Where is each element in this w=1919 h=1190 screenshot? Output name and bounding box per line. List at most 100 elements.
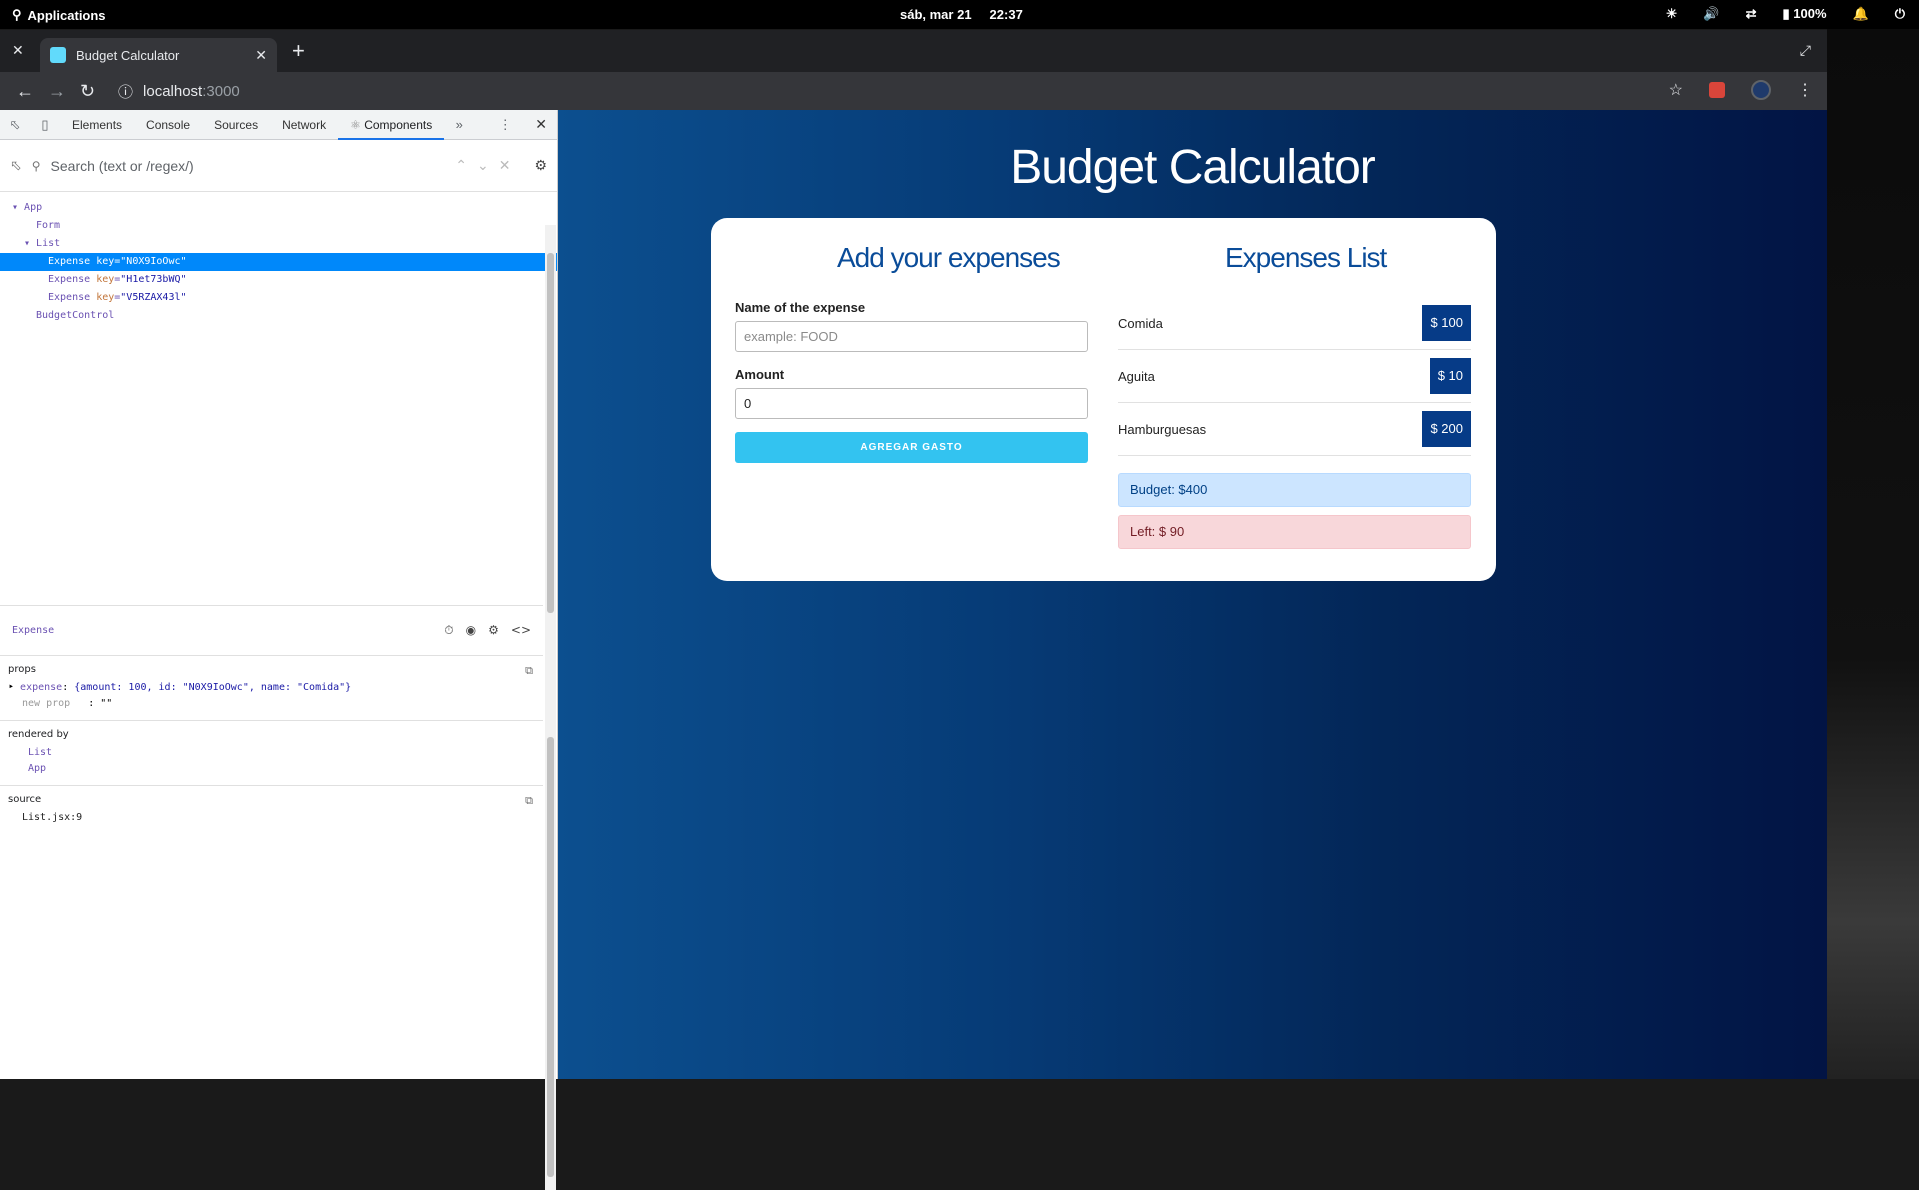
- form-title: Add your expenses: [837, 242, 1061, 273]
- source-section: source ⧉ List.jsx:9: [0, 786, 543, 834]
- scroll-thumb[interactable]: [547, 737, 554, 1177]
- clock[interactable]: sáb, mar 21 22:37: [900, 7, 1023, 22]
- budget-alert: Budget: $400: [1118, 473, 1471, 507]
- tab-sources[interactable]: Sources: [202, 110, 270, 140]
- clear-search-icon[interactable]: ✕: [499, 157, 511, 174]
- stopwatch-icon[interactable]: ⏱: [444, 623, 453, 638]
- desktop-background: [1827, 29, 1919, 1079]
- react-favicon-icon: [50, 47, 66, 63]
- expense-name: Hamburguesas: [1118, 421, 1207, 437]
- menu-kebab-icon[interactable]: ⋮: [1797, 80, 1813, 100]
- select-component-icon[interactable]: ⬁: [10, 157, 22, 174]
- inspect-element-icon[interactable]: ⬁: [0, 117, 30, 133]
- expense-name: Aguita: [1118, 368, 1155, 384]
- tab-console[interactable]: Console: [134, 110, 202, 140]
- volume-icon[interactable]: 🔊: [1703, 6, 1719, 22]
- selected-component-name: Expense: [12, 625, 55, 636]
- name-label: Name of the expense: [735, 300, 866, 315]
- props-title: props: [8, 664, 36, 675]
- system-tray: ☀ 🔊 ⇄ ▮ 100% 🔔 ⏻: [1666, 6, 1905, 22]
- devtools-panel: ⬁ ▯ Elements Console Sources Network ⚛ C…: [0, 110, 558, 1190]
- power-icon[interactable]: ⏻: [1895, 6, 1905, 22]
- prev-result-icon[interactable]: ⌃: [455, 157, 467, 174]
- react-icon: ⚛: [350, 117, 365, 132]
- rendered-by-link[interactable]: App: [8, 761, 535, 777]
- tab-title: Budget Calculator: [76, 47, 180, 63]
- tree-node-form[interactable]: Form: [0, 217, 557, 235]
- expense-amount-badge: $ 10: [1429, 358, 1471, 394]
- rendered-by-section: rendered by List App: [0, 721, 543, 786]
- profile-avatar[interactable]: [1751, 80, 1771, 100]
- tab-close-icon[interactable]: ✕: [255, 47, 267, 64]
- component-tree: ▾ App Form ▾ List Expense key="N0X9IoOwc…: [0, 192, 557, 325]
- amount-input[interactable]: 0: [735, 388, 1088, 419]
- new-tab-icon[interactable]: +: [292, 38, 305, 64]
- component-search-input[interactable]: Search (text or /regex/): [51, 158, 446, 174]
- browser-tab[interactable]: Budget Calculator ✕: [40, 38, 277, 72]
- expense-item: Aguita $ 10: [1118, 350, 1471, 403]
- name-input[interactable]: example: FOOD: [735, 321, 1088, 352]
- window-close-icon[interactable]: ✕: [12, 42, 24, 59]
- copy-icon[interactable]: ⧉: [525, 795, 533, 808]
- prop-row[interactable]: ‣ expense: {amount: 100, id: "N0X9IoOwc"…: [8, 680, 535, 696]
- tab-elements[interactable]: Elements: [60, 110, 134, 140]
- reload-icon[interactable]: ↻: [80, 81, 95, 102]
- tree-node-list[interactable]: ▾ List: [0, 235, 557, 253]
- address-bar[interactable]: ⓘ localhost:3000: [118, 77, 1678, 105]
- expense-item: Hamburguesas $ 200: [1118, 403, 1471, 456]
- extension-icon[interactable]: [1709, 82, 1725, 98]
- scroll-thumb[interactable]: [547, 253, 554, 613]
- new-prop-row[interactable]: new prop : "": [8, 696, 535, 712]
- back-icon[interactable]: ←: [16, 81, 34, 102]
- tree-node-app[interactable]: ▾ App: [0, 199, 557, 217]
- expense-name: Comida: [1118, 315, 1163, 331]
- next-result-icon[interactable]: ⌄: [477, 157, 489, 174]
- system-top-bar: ⚲ Applications sáb, mar 21 22:37 ☀ 🔊 ⇄ ▮…: [0, 0, 1919, 29]
- remaining-alert: Left: $ 90: [1118, 515, 1471, 549]
- copy-icon[interactable]: ⧉: [525, 665, 533, 678]
- applications-menu[interactable]: ⚲ Applications: [12, 7, 106, 23]
- rendered-by-link[interactable]: List: [8, 745, 535, 761]
- url-host: localhost: [143, 82, 203, 100]
- browser-toolbar: ← → ↻ ⓘ localhost:3000 ☆ ⋮: [0, 72, 1827, 110]
- bug-icon[interactable]: ⚙: [488, 623, 499, 638]
- app-viewport: Budget Calculator Add your expenses Expe…: [558, 110, 1827, 1079]
- component-search-bar: ⬁ ⚲ Search (text or /regex/) ⌃ ⌄ ✕ ⚙: [0, 140, 557, 192]
- tree-node-expense[interactable]: Expense key="V5RZAX43l": [0, 289, 557, 307]
- info-icon[interactable]: ⓘ: [118, 81, 133, 102]
- main-card: Add your expenses Expenses List Name of …: [711, 218, 1496, 581]
- tree-node-budget-control[interactable]: BudgetControl: [0, 307, 557, 325]
- battery-status[interactable]: ▮ 100%: [1783, 6, 1827, 22]
- eye-icon[interactable]: ◉: [466, 623, 476, 638]
- devtools-menu-icon[interactable]: ⋮: [490, 117, 520, 133]
- tree-node-expense[interactable]: Expense key="N0X9IoOwc": [0, 253, 557, 271]
- source-file[interactable]: List.jsx:9: [8, 810, 535, 826]
- devtools-tab-bar: ⬁ ▯ Elements Console Sources Network ⚛ C…: [0, 110, 557, 140]
- forward-icon[interactable]: →: [48, 81, 66, 102]
- page-title: Budget Calculator: [1010, 141, 1376, 194]
- tree-node-expense[interactable]: Expense key="H1et73bWQ": [0, 271, 557, 289]
- add-expense-button[interactable]: AGREGAR GASTO: [735, 432, 1088, 463]
- settings-gear-icon[interactable]: ⚙: [534, 157, 547, 174]
- date-label: sáb, mar 21: [900, 7, 972, 22]
- maximize-icon[interactable]: ⤢: [1800, 42, 1811, 59]
- bookmark-star-icon[interactable]: ☆: [1669, 80, 1683, 100]
- selected-component-inspector: Expense ⏱ ◉ ⚙ <> props ⧉ ‣ expense: {amo…: [0, 605, 543, 834]
- tab-network[interactable]: Network: [270, 110, 338, 140]
- tab-strip: ✕ Budget Calculator ✕ + ⤢: [0, 30, 1827, 72]
- brightness-icon[interactable]: ☀: [1666, 6, 1678, 22]
- notifications-icon[interactable]: 🔔: [1853, 6, 1869, 22]
- device-toolbar-icon[interactable]: ▯: [30, 117, 60, 133]
- more-tabs-icon[interactable]: »: [444, 117, 474, 132]
- tab-components-label: Components: [364, 117, 433, 132]
- view-source-icon[interactable]: <>: [511, 623, 531, 638]
- search-icon: ⚲: [12, 7, 22, 22]
- search-icon: ⚲: [31, 158, 41, 173]
- devtools-close-icon[interactable]: ✕: [535, 116, 557, 133]
- applications-label: Applications: [27, 7, 106, 23]
- tab-components[interactable]: ⚛ Components: [338, 110, 445, 140]
- network-icon[interactable]: ⇄: [1746, 6, 1757, 22]
- devtools-scrollbar[interactable]: [545, 225, 556, 1190]
- rendered-by-title: rendered by: [8, 729, 69, 740]
- source-title: source: [8, 794, 42, 805]
